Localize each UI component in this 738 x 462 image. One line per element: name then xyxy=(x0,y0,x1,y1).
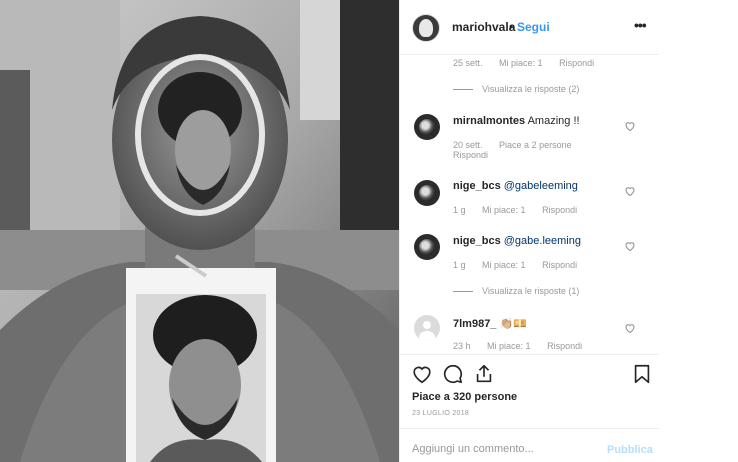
comment-likes[interactable]: Mi piace: 1 xyxy=(482,260,526,270)
barber-photo-illustration xyxy=(0,0,399,462)
comment-time: 23 h xyxy=(453,341,471,351)
more-icon[interactable]: ••• xyxy=(634,17,647,33)
comment-time: 20 sett. xyxy=(453,140,483,150)
reply-button[interactable]: Rispondi xyxy=(547,341,582,351)
comment-username[interactable]: nige_bcs xyxy=(453,180,501,192)
bookmark-icon[interactable] xyxy=(631,363,653,385)
post-side-panel: mariohvala • Segui ••• 25 sett. Mi piace… xyxy=(399,0,660,462)
comment-time: 25 sett. xyxy=(453,58,483,68)
comment-input[interactable] xyxy=(412,443,592,455)
heart-icon[interactable] xyxy=(624,120,636,132)
post-header: mariohvala • Segui ••• xyxy=(400,0,660,55)
commenter-avatar[interactable] xyxy=(414,315,440,341)
heart-icon[interactable] xyxy=(624,240,636,252)
comment-likes[interactable]: Mi piace: 1 xyxy=(482,205,526,215)
comment-text: 7lm987_ 👏🏼💴 xyxy=(453,317,527,330)
page-background xyxy=(659,0,738,462)
comment-username[interactable]: 7lm987_ xyxy=(453,318,496,330)
comment-username[interactable]: nige_bcs xyxy=(453,235,501,247)
view-replies-button[interactable]: Visualizza le risposte (1) xyxy=(453,286,579,296)
comment-likes[interactable]: Mi piace: 1 xyxy=(487,341,531,351)
post-actions: Piace a 320 persone 23 LUGLIO 2018 xyxy=(400,354,660,426)
follow-button[interactable]: Segui xyxy=(517,20,550,34)
comment-meta: 1 g Mi piace: 1 Rispondi xyxy=(453,260,591,270)
heart-icon[interactable] xyxy=(624,322,636,334)
comment-meta: 20 sett. Piace a 2 persone xyxy=(453,140,586,150)
comment-body: Amazing !! xyxy=(527,115,580,127)
heart-icon[interactable] xyxy=(624,185,636,197)
post-photo[interactable] xyxy=(0,0,399,462)
reply-button[interactable]: Rispondi xyxy=(542,260,577,270)
comment-mention[interactable]: @gabeleeming xyxy=(504,180,578,192)
comment-body: 👏🏼💴 xyxy=(499,318,527,330)
comment-text: nige_bcs @gabe.leeming xyxy=(453,235,581,247)
comment-meta: 25 sett. Mi piace: 1 Rispondi xyxy=(453,58,608,68)
comment-text: mirnalmontes Amazing !! xyxy=(453,115,580,127)
likes-count[interactable]: Piace a 320 persone xyxy=(412,391,517,403)
reply-button[interactable]: Rispondi xyxy=(559,58,594,68)
comment-icon[interactable] xyxy=(442,363,464,385)
reply-button[interactable]: Rispondi xyxy=(542,205,577,215)
comments-list[interactable]: 25 sett. Mi piace: 1 Rispondi Visualizza… xyxy=(400,56,660,354)
commenter-avatar[interactable] xyxy=(414,114,440,140)
comment-meta-reply-row: Rispondi xyxy=(453,150,502,160)
commenter-avatar[interactable] xyxy=(414,234,440,260)
comment-text: nige_bcs @gabeleeming xyxy=(453,180,578,192)
comment-username[interactable]: mirnalmontes xyxy=(453,115,525,127)
comment-likes[interactable]: Mi piace: 1 xyxy=(499,58,543,68)
post-date: 23 LUGLIO 2018 xyxy=(412,410,470,417)
author-username[interactable]: mariohvala xyxy=(452,20,515,34)
comment-time: 1 g xyxy=(453,205,466,215)
view-replies-button[interactable]: Visualizza le risposte (2) xyxy=(453,84,579,94)
author-avatar[interactable] xyxy=(412,14,440,42)
comment-meta: 1 g Mi piace: 1 Rispondi xyxy=(453,205,591,215)
commenter-avatar[interactable] xyxy=(414,180,440,206)
comment-time: 1 g xyxy=(453,260,466,270)
header-separator: • xyxy=(509,20,514,34)
publish-button[interactable]: Pubblica xyxy=(607,444,653,456)
heart-icon[interactable] xyxy=(411,363,433,385)
add-comment-bar: Pubblica xyxy=(400,428,660,462)
comment-likes[interactable]: Piace a 2 persone xyxy=(499,140,572,150)
comment-mention[interactable]: @gabe.leeming xyxy=(504,235,581,247)
share-icon[interactable] xyxy=(473,363,495,385)
reply-button[interactable]: Rispondi xyxy=(453,150,488,160)
comment-meta: 23 h Mi piace: 1 Rispondi xyxy=(453,341,596,351)
